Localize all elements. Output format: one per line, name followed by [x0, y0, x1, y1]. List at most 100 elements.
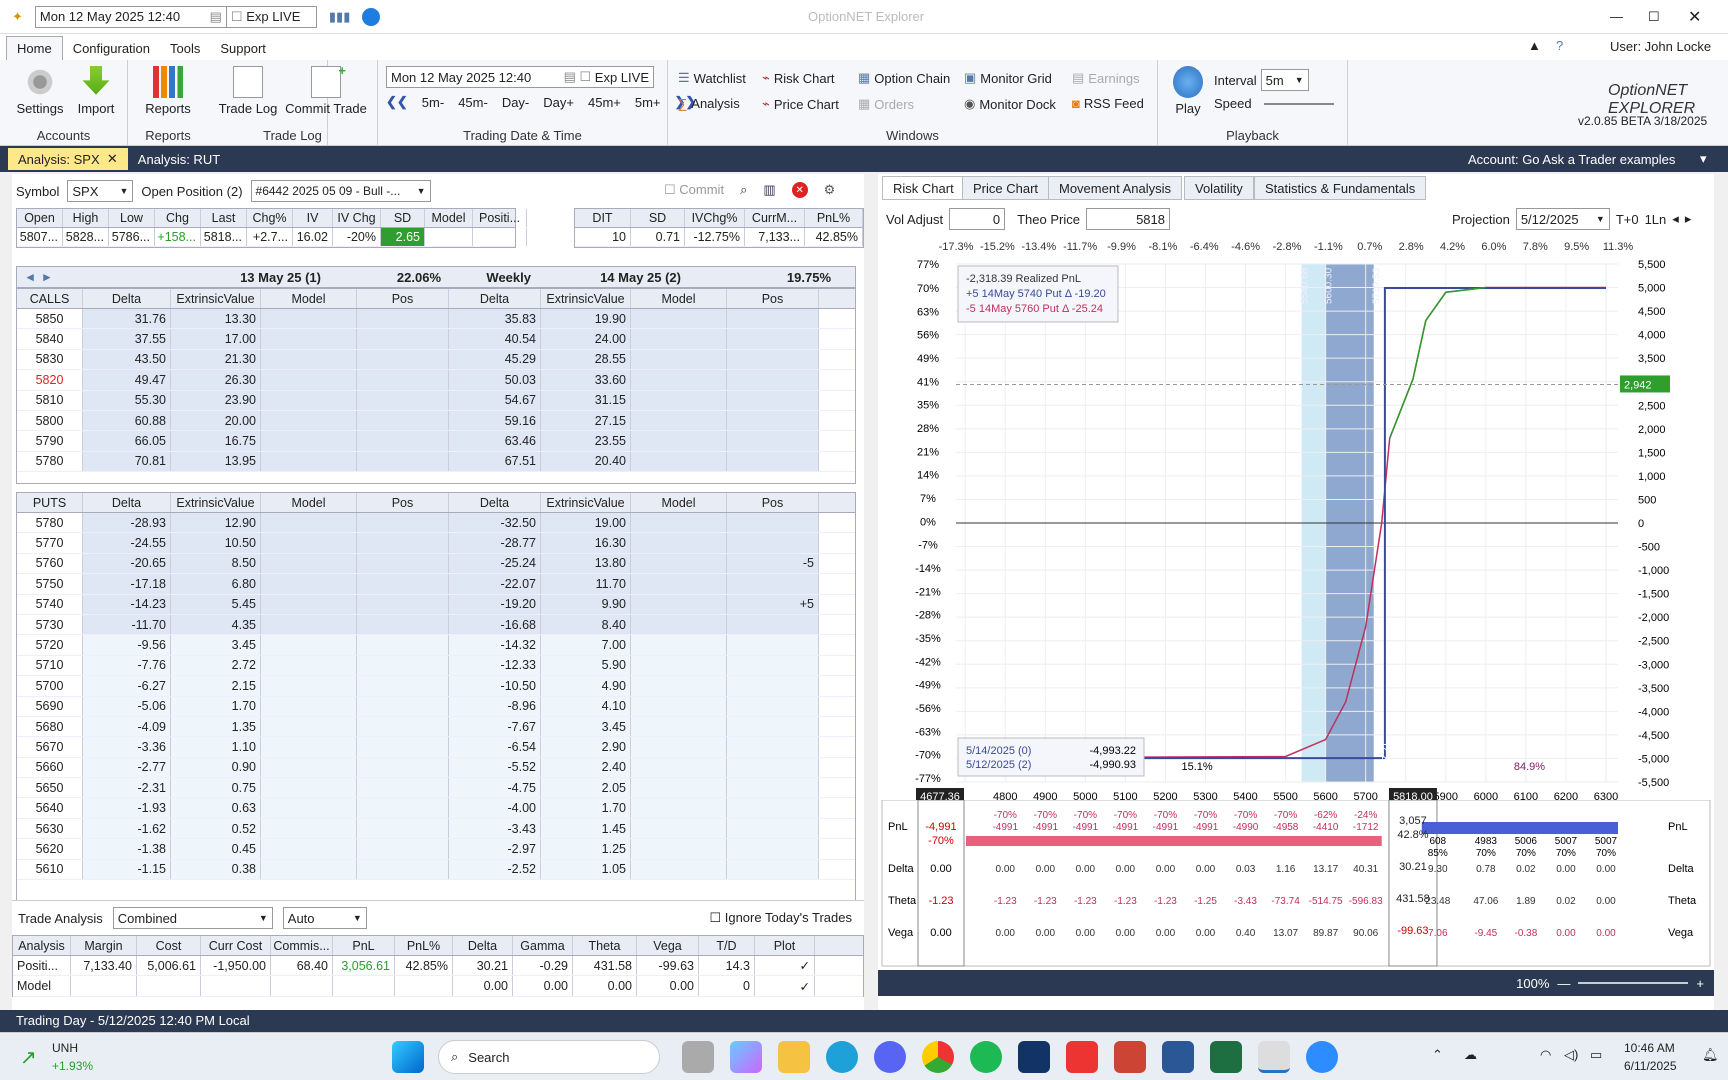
- model-cell[interactable]: [261, 574, 357, 594]
- pos-cell-2[interactable]: [727, 696, 819, 716]
- pos-cell-2[interactable]: [727, 370, 819, 390]
- extrinsic-cell[interactable]: 13.95: [171, 451, 261, 472]
- excel-icon[interactable]: [1210, 1041, 1242, 1073]
- stock-arrow-icon[interactable]: ↗: [20, 1045, 37, 1070]
- chrome-icon[interactable]: [922, 1041, 954, 1073]
- extrinsic-cell[interactable]: 0.52: [171, 818, 261, 839]
- extrinsic-cell[interactable]: 3.45: [171, 635, 261, 655]
- clock-time[interactable]: 10:46 AM: [1624, 1041, 1675, 1055]
- extrinsic-cell[interactable]: 0.75: [171, 778, 261, 798]
- pos-cell-2[interactable]: [727, 533, 819, 553]
- pos-cell-2[interactable]: [727, 655, 819, 676]
- chain-row[interactable]: 5700 -6.27 2.15 -10.50 4.90: [17, 676, 855, 697]
- watchlist-button[interactable]: ☰ Watchlist: [678, 70, 746, 86]
- vol-adjust-input[interactable]: 0: [949, 208, 1006, 230]
- zoom-out-icon[interactable]: —: [1557, 976, 1570, 991]
- spotify-icon[interactable]: [970, 1041, 1002, 1073]
- strike-cell[interactable]: 5760: [17, 553, 83, 574]
- app-star-icon[interactable]: [1018, 1041, 1050, 1073]
- extrinsic-cell-2[interactable]: 31.15: [541, 390, 631, 410]
- delta-cell[interactable]: -6.27: [83, 676, 171, 696]
- pos-cell[interactable]: [357, 798, 449, 818]
- delta-cell-2[interactable]: -12.33: [449, 655, 541, 676]
- extrinsic-cell-2[interactable]: 4.10: [541, 696, 631, 716]
- pos-cell-2[interactable]: [727, 614, 819, 635]
- rss-feed-button[interactable]: ◙ RSS Feed: [1072, 96, 1144, 111]
- app-s-icon[interactable]: [1066, 1041, 1098, 1073]
- delta-cell-2[interactable]: -8.96: [449, 696, 541, 716]
- menu-tools[interactable]: Tools: [160, 37, 210, 60]
- model-cell[interactable]: [261, 533, 357, 553]
- pos-cell[interactable]: [357, 594, 449, 614]
- extrinsic-cell[interactable]: 2.72: [171, 655, 261, 676]
- symbol-select[interactable]: SPX ▼: [67, 180, 134, 202]
- extrinsic-cell-2[interactable]: 2.40: [541, 757, 631, 778]
- model-cell[interactable]: [261, 798, 357, 818]
- extrinsic-cell[interactable]: 5.45: [171, 594, 261, 614]
- chain-row[interactable]: 5640 -1.93 0.63 -4.00 1.70: [17, 798, 855, 819]
- pos-cell[interactable]: [357, 635, 449, 655]
- columns-icon[interactable]: ▥: [763, 182, 775, 198]
- model-cell[interactable]: [261, 716, 357, 737]
- status-dot-icon[interactable]: [362, 7, 381, 26]
- projection-date-select[interactable]: 5/12/2025 ▼: [1515, 208, 1610, 230]
- pos-cell[interactable]: [357, 431, 449, 451]
- delta-cell-2[interactable]: 50.03: [449, 370, 541, 390]
- extrinsic-cell-2[interactable]: 4.90: [541, 676, 631, 696]
- strike-cell[interactable]: 5740: [17, 594, 83, 614]
- pos-cell[interactable]: [357, 818, 449, 839]
- extrinsic-cell-2[interactable]: 28.55: [541, 349, 631, 370]
- delta-cell-2[interactable]: -5.52: [449, 757, 541, 778]
- close-tab-icon[interactable]: ✕: [107, 151, 118, 167]
- strike-cell[interactable]: 5830: [17, 349, 83, 370]
- orders-button[interactable]: ▦ Orders: [858, 96, 914, 112]
- extrinsic-cell[interactable]: 0.63: [171, 798, 261, 818]
- chain-row[interactable]: 5830 43.50 21.30 45.29 28.55: [17, 349, 855, 371]
- strike-cell[interactable]: 5800: [17, 410, 83, 431]
- pos-cell-2[interactable]: [727, 818, 819, 839]
- prev-projection-icon[interactable]: ◂: [1672, 211, 1679, 227]
- analysis-button[interactable]: ∑ Analysis: [678, 96, 740, 111]
- extrinsic-cell[interactable]: 13.30: [171, 309, 261, 329]
- account-menu-icon[interactable]: ▾: [1700, 151, 1707, 167]
- pos-cell[interactable]: [357, 716, 449, 737]
- t0-label[interactable]: T+0: [1616, 212, 1639, 227]
- delta-cell[interactable]: -1.38: [83, 839, 171, 859]
- chain-row[interactable]: 5810 55.30 23.90 54.67 31.15: [17, 390, 855, 411]
- strike-cell[interactable]: 5750: [17, 574, 83, 594]
- extrinsic-cell-2[interactable]: 2.05: [541, 778, 631, 798]
- taskbar-search[interactable]: ⌕ Search: [438, 1040, 660, 1074]
- model-cell-2[interactable]: [631, 349, 727, 370]
- model-cell[interactable]: [261, 390, 357, 410]
- commit-button[interactable]: ☐ Commit: [664, 182, 724, 198]
- strike-cell[interactable]: 5790: [17, 431, 83, 451]
- delta-cell[interactable]: -17.18: [83, 574, 171, 594]
- pos-cell-2[interactable]: -5: [727, 553, 819, 574]
- delta-cell[interactable]: 60.88: [83, 410, 171, 431]
- model-cell[interactable]: [261, 696, 357, 716]
- pos-cell-2[interactable]: [727, 737, 819, 757]
- model-cell-2[interactable]: [631, 635, 727, 655]
- pos-cell[interactable]: [357, 676, 449, 696]
- strike-cell[interactable]: 5700: [17, 676, 83, 696]
- extrinsic-cell[interactable]: 1.10: [171, 737, 261, 757]
- model-cell-2[interactable]: [631, 778, 727, 798]
- magnifier-icon[interactable]: ⌕: [740, 182, 747, 198]
- step-5m-fwd[interactable]: 5m+: [635, 95, 661, 110]
- model-cell-2[interactable]: [631, 655, 727, 676]
- zoom-slider[interactable]: [1578, 982, 1689, 984]
- extrinsic-cell-2[interactable]: 13.80: [541, 553, 631, 574]
- reports-button[interactable]: Reports: [136, 66, 200, 116]
- chain-row[interactable]: 5660 -2.77 0.90 -5.52 2.40: [17, 757, 855, 779]
- model-cell-2[interactable]: [631, 696, 727, 716]
- maximize-icon[interactable]: ☐: [1648, 9, 1660, 25]
- close-icon[interactable]: ✕: [1688, 7, 1701, 27]
- pos-cell[interactable]: [357, 696, 449, 716]
- extrinsic-cell-2[interactable]: 1.70: [541, 798, 631, 818]
- delta-cell[interactable]: -2.31: [83, 778, 171, 798]
- auto-select[interactable]: Auto ▼: [282, 907, 367, 929]
- strike-cell[interactable]: 5610: [17, 859, 83, 880]
- model-cell-2[interactable]: [631, 431, 727, 451]
- model-cell[interactable]: [261, 513, 357, 533]
- strike-cell[interactable]: 5780: [17, 513, 83, 533]
